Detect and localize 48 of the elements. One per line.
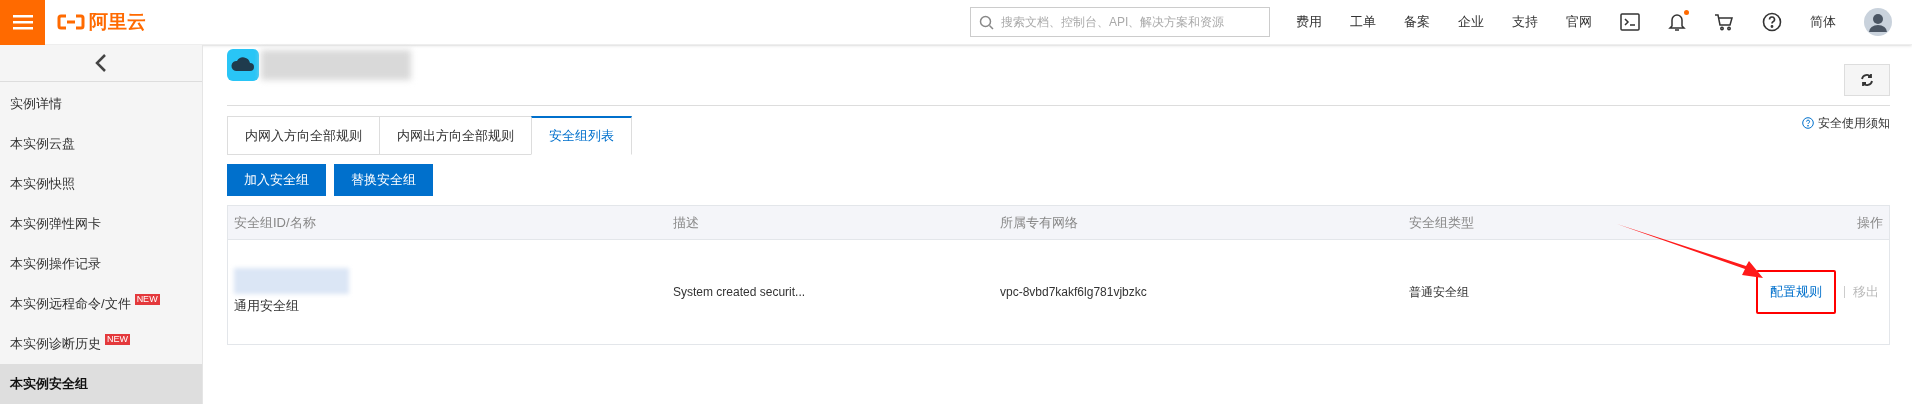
table-cell-text: 通用安全组 (234, 297, 300, 316)
sidebar-item[interactable]: 本实例操作记录 (0, 244, 202, 284)
column-header: 所属专有网络 (1000, 213, 1078, 232)
menu-button[interactable] (0, 0, 45, 45)
sidebar-item[interactable]: 本实例安全组 (0, 364, 202, 404)
collapse-icon[interactable] (95, 53, 107, 73)
sidebar-item[interactable]: 实例详情 (0, 84, 202, 124)
sidebar-item[interactable]: 本实例远程命令/文件 NEW (0, 284, 202, 324)
tab[interactable]: 安全组列表 (531, 116, 632, 155)
tab[interactable]: 内网入方向全部规则 (227, 116, 380, 155)
sidebar-item[interactable]: 本实例诊断历史 NEW (0, 324, 202, 364)
table-cell: vpc-8vbd7kakf6lg781vjbzkc (1000, 285, 1147, 299)
column-header: 描述 (673, 213, 699, 232)
sidebar-item[interactable]: 本实例弹性网卡 (0, 204, 202, 244)
sidebar-item[interactable]: 本实例快照 (0, 164, 202, 204)
table-cell: System created securit... (673, 285, 806, 299)
language-link[interactable]: 简体 (1810, 12, 1836, 32)
nav-link[interactable]: 工单 (1350, 12, 1376, 32)
sidebar-item[interactable]: 本实例云盘 (0, 124, 202, 164)
help-link[interactable]: 安全使用须知 (1818, 114, 1890, 132)
action-button[interactable]: 替换安全组 (334, 164, 433, 196)
nav-link[interactable]: 企业 (1458, 12, 1484, 32)
refresh-icon (1860, 73, 1874, 87)
search-field[interactable]: 搜索文档、控制台、API、解决方案和资源 (970, 7, 1270, 37)
new-badge: NEW (134, 293, 160, 305)
new-badge: NEW (105, 333, 130, 345)
column-header: 安全组类型 (1409, 213, 1474, 232)
help-icon[interactable] (1762, 12, 1782, 32)
action-link[interactable]: 配置规则 (1756, 270, 1836, 314)
menu-icon (12, 14, 33, 30)
nav-link[interactable]: 支持 (1512, 12, 1538, 32)
column-header: 操作 (1857, 213, 1883, 232)
tab[interactable]: 内网出方向全部规则 (379, 116, 532, 155)
search-icon (979, 15, 994, 30)
avatar-icon[interactable] (1864, 8, 1892, 36)
help-icon (1802, 117, 1814, 129)
bell-icon[interactable] (1668, 12, 1686, 32)
terminal-icon[interactable] (1620, 13, 1640, 31)
nav-link[interactable]: 备案 (1404, 12, 1430, 32)
column-header: 安全组ID/名称 (234, 213, 316, 232)
nav-link[interactable]: 官网 (1566, 12, 1592, 32)
cart-icon[interactable] (1714, 13, 1734, 31)
cloud-server-icon (227, 49, 259, 81)
nav-link[interactable]: 费用 (1296, 12, 1322, 32)
table-cell: 普通安全组 (1409, 285, 1469, 299)
logo-icon (57, 14, 85, 30)
refresh-button[interactable] (1844, 64, 1890, 96)
action-button[interactable]: 加入安全组 (227, 164, 326, 196)
